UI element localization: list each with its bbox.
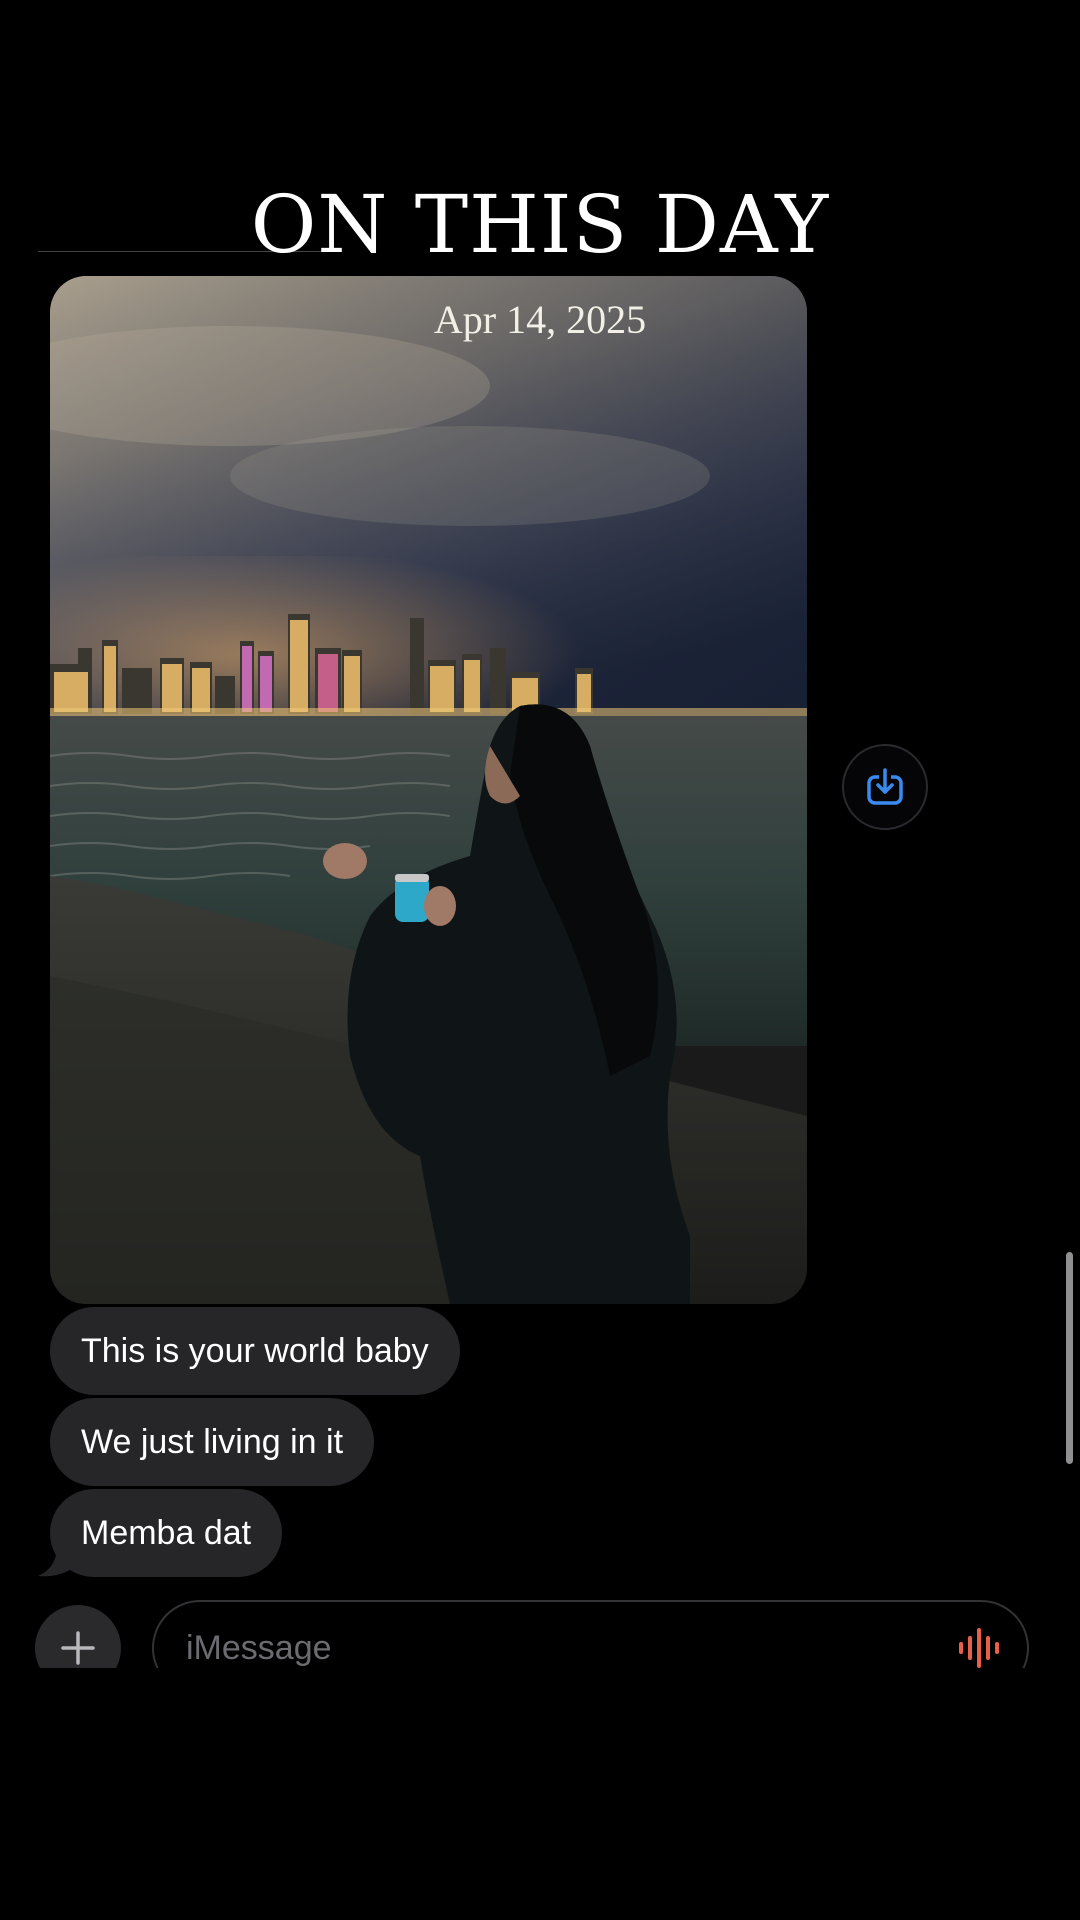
message-bubble[interactable]: Memba dat [50, 1489, 283, 1577]
save-to-photos-icon [867, 768, 903, 805]
scrollbar[interactable] [1066, 1252, 1073, 1464]
message-photo[interactable] [50, 276, 807, 1304]
on-this-day-title: ON THIS DAY [250, 178, 830, 271]
screen-bottom [0, 1668, 1080, 1920]
audio-waveform-icon[interactable] [955, 1624, 1003, 1672]
message-bubble[interactable]: This is your world baby [50, 1307, 460, 1395]
plus-icon [61, 1631, 95, 1665]
memory-date: Apr 14, 2025 [433, 297, 647, 342]
message-bubble[interactable]: We just living in it [50, 1398, 375, 1486]
screen: ON THIS DAY Apr 14, 2025 This is your wo… [0, 0, 1080, 1920]
save-button[interactable] [842, 744, 928, 830]
